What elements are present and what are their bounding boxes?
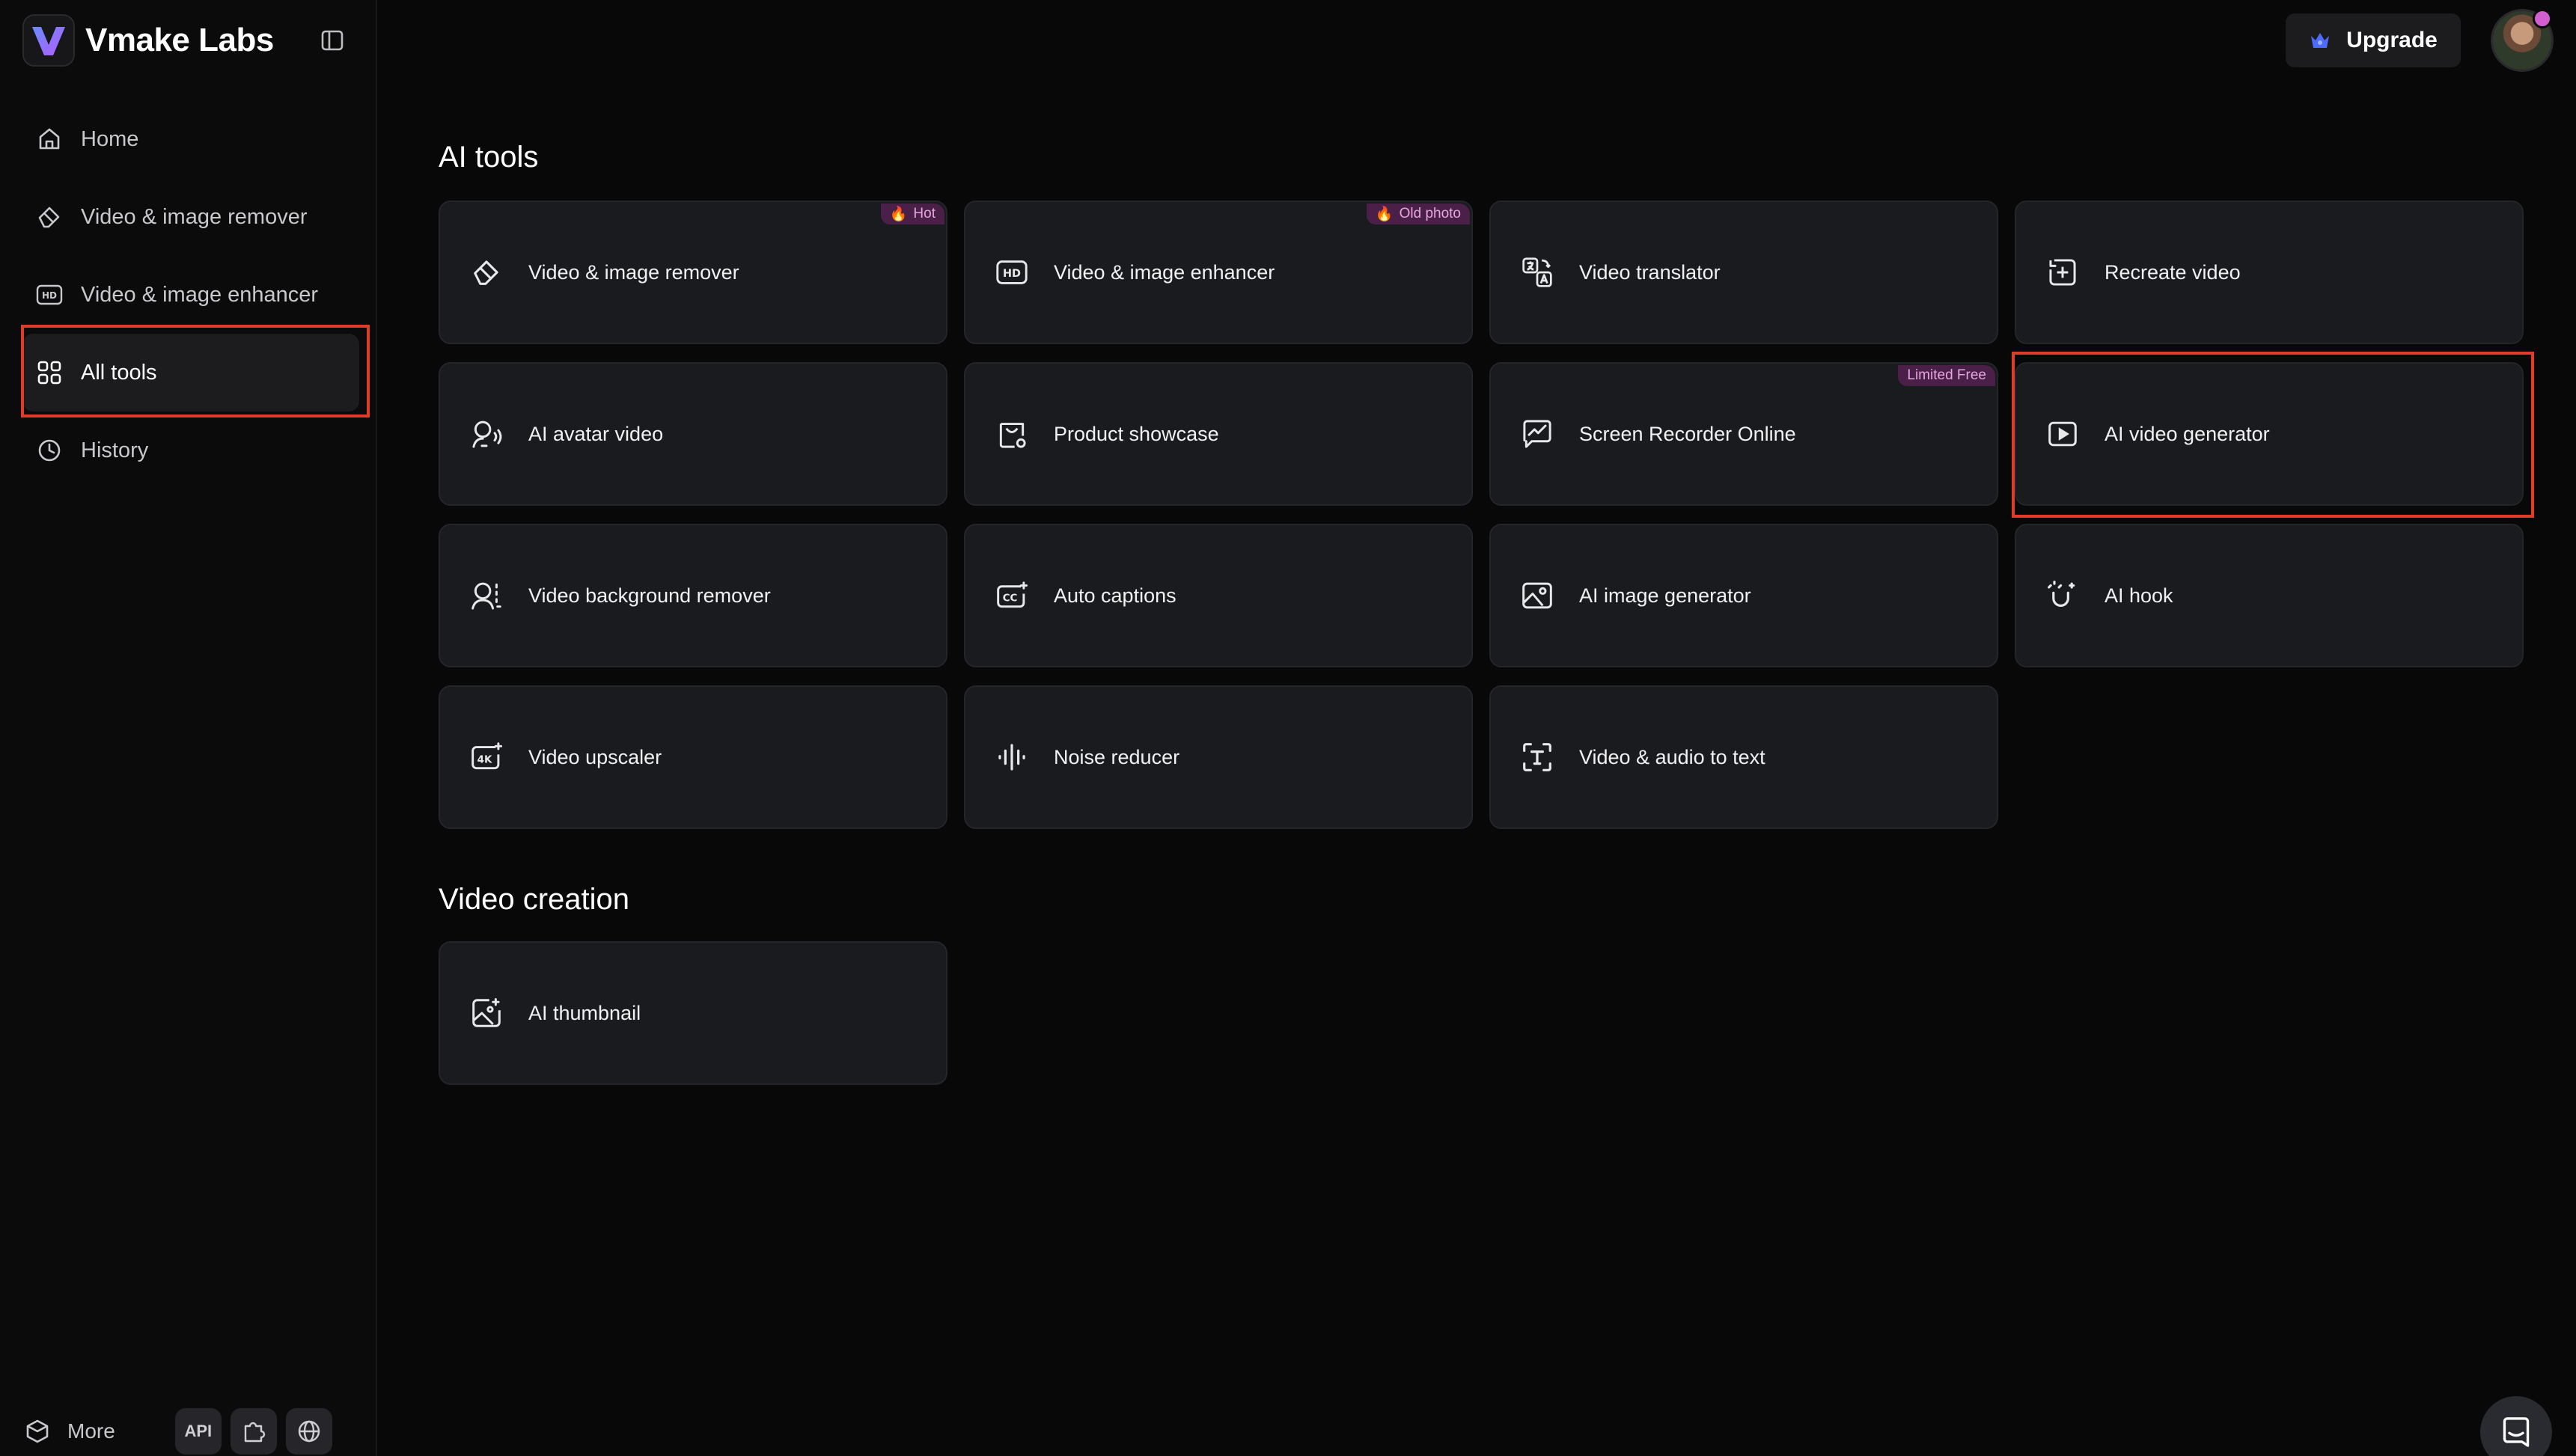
tool-label: Video & image remover	[528, 260, 739, 284]
shopping-bag-icon	[994, 416, 1030, 452]
tool-label: Product showcase	[1054, 422, 1219, 445]
home-icon	[34, 124, 64, 154]
tool-card-video-translator[interactable]: Video translator	[1489, 201, 1998, 344]
sidebar-footer: More API	[22, 1408, 332, 1455]
tool-card-video-image-enhancer[interactable]: HD Video & image enhancer 🔥 Old photo	[964, 201, 1473, 344]
4k-icon: 4K	[468, 739, 504, 775]
more-button[interactable]: More	[22, 1416, 115, 1446]
magnet-icon	[2045, 578, 2081, 614]
avatar-voice-icon	[468, 416, 504, 452]
app-window: Vmake Labs Home Video & image remover HD…	[0, 0, 2576, 1456]
tool-label: Auto captions	[1054, 584, 1176, 607]
tool-card-auto-captions[interactable]: CC Auto captions	[964, 524, 1473, 667]
tool-card-ai-avatar-video[interactable]: AI avatar video	[439, 362, 947, 506]
tool-card-video-upscaler[interactable]: 4K Video upscaler	[439, 685, 947, 829]
sidebar-nav: Home Video & image remover HD Video & im…	[22, 100, 359, 489]
tool-label: AI image generator	[1579, 584, 1751, 607]
tool-card-video-audio-to-text[interactable]: Video & audio to text	[1489, 685, 1998, 829]
sidebar-item-label: All tools	[81, 360, 157, 385]
tool-label: Screen Recorder Online	[1579, 422, 1796, 445]
sidebar-item-label: Home	[81, 126, 139, 151]
flame-icon: 🔥	[1375, 207, 1394, 222]
old-photo-badge: 🔥 Old photo	[1366, 204, 1470, 224]
svg-text:HD: HD	[42, 290, 57, 301]
tool-card-ai-image-generator[interactable]: AI image generator	[1489, 524, 1998, 667]
play-icon	[2045, 416, 2081, 452]
upgrade-button[interactable]: Upgrade	[2286, 13, 2461, 67]
recreate-icon	[2045, 254, 2081, 290]
thumbnail-icon	[468, 995, 504, 1031]
sidebar: Vmake Labs Home Video & image remover HD…	[0, 0, 377, 1456]
brand-name: Vmake Labs	[85, 22, 274, 58]
tool-label: AI avatar video	[528, 422, 664, 445]
person-dashed-icon	[468, 578, 504, 614]
tool-label: Video translator	[1579, 260, 1721, 284]
sidebar-item-label: Video & image enhancer	[81, 282, 319, 307]
section-title-ai-tools: AI tools	[439, 141, 539, 174]
tool-label: Video & image enhancer	[1054, 260, 1275, 284]
tool-card-screen-recorder-online[interactable]: Screen Recorder Online Limited Free	[1489, 362, 1998, 506]
sidebar-item-all-tools[interactable]: All tools	[22, 334, 359, 412]
tool-card-video-image-remover[interactable]: Video & image remover 🔥 Hot	[439, 201, 947, 344]
screen-chart-icon	[1519, 416, 1555, 452]
tool-card-recreate-video[interactable]: Recreate video	[2015, 201, 2524, 344]
sidebar-item-home[interactable]: Home	[22, 100, 359, 178]
clock-icon	[34, 435, 64, 465]
image-icon	[1519, 578, 1555, 614]
tool-card-video-background-remover[interactable]: Video background remover	[439, 524, 947, 667]
chat-support-icon[interactable]	[2480, 1396, 2552, 1456]
globe-icon[interactable]	[285, 1408, 332, 1455]
sidebar-item-label: Video & image remover	[81, 204, 308, 229]
eraser-icon	[468, 254, 504, 290]
eraser-icon	[34, 202, 64, 232]
tool-card-ai-video-generator[interactable]: AI video generator	[2015, 362, 2524, 506]
flame-icon: 🔥	[889, 207, 908, 222]
translate-icon	[1519, 254, 1555, 290]
box-icon	[22, 1416, 52, 1446]
tool-label: Video & audio to text	[1579, 745, 1765, 768]
tool-label: Recreate video	[2105, 260, 2241, 284]
svg-text:4K: 4K	[477, 754, 492, 765]
tool-card-ai-hook[interactable]: AI hook	[2015, 524, 2524, 667]
upgrade-label: Upgrade	[2346, 28, 2438, 52]
sidebar-item-history[interactable]: History	[22, 412, 359, 489]
badge-label: Old photo	[1399, 206, 1461, 221]
section-title-video-creation: Video creation	[439, 883, 629, 916]
svg-text:CC: CC	[1003, 593, 1018, 604]
tool-label: AI thumbnail	[528, 1001, 641, 1024]
tool-label: AI hook	[2105, 584, 2173, 607]
hot-badge: 🔥 Hot	[880, 204, 944, 224]
api-button[interactable]: API	[174, 1408, 222, 1455]
limited-free-badge: Limited Free	[1898, 365, 1995, 386]
tool-card-ai-thumbnail[interactable]: AI thumbnail	[439, 941, 947, 1085]
sidebar-item-video-image-enhancer[interactable]: HD Video & image enhancer	[22, 256, 359, 334]
hd-icon: HD	[34, 280, 64, 310]
tool-label: Video upscaler	[528, 745, 662, 768]
tool-label: Noise reducer	[1054, 745, 1180, 768]
plugin-icon[interactable]	[230, 1408, 277, 1455]
badge-label: Hot	[913, 206, 936, 221]
waveform-icon	[994, 739, 1030, 775]
vmake-logo-icon	[22, 14, 75, 67]
tool-card-noise-reducer[interactable]: Noise reducer	[964, 685, 1473, 829]
sidebar-toggle-icon[interactable]	[316, 25, 349, 55]
brand[interactable]: Vmake Labs	[22, 13, 274, 67]
crown-icon	[2309, 30, 2331, 51]
tool-label: AI video generator	[2105, 422, 2270, 445]
hd-icon: HD	[994, 254, 1030, 290]
sidebar-item-label: History	[81, 438, 149, 462]
svg-text:HD: HD	[1003, 268, 1021, 280]
sidebar-item-video-image-remover[interactable]: Video & image remover	[22, 178, 359, 256]
more-label: More	[67, 1419, 115, 1443]
tool-card-product-showcase[interactable]: Product showcase	[964, 362, 1473, 506]
grid-icon	[34, 358, 64, 388]
tool-label: Video background remover	[528, 584, 771, 607]
text-scan-icon	[1519, 739, 1555, 775]
vip-badge-icon	[2533, 9, 2552, 28]
cc-icon: CC	[994, 578, 1030, 614]
